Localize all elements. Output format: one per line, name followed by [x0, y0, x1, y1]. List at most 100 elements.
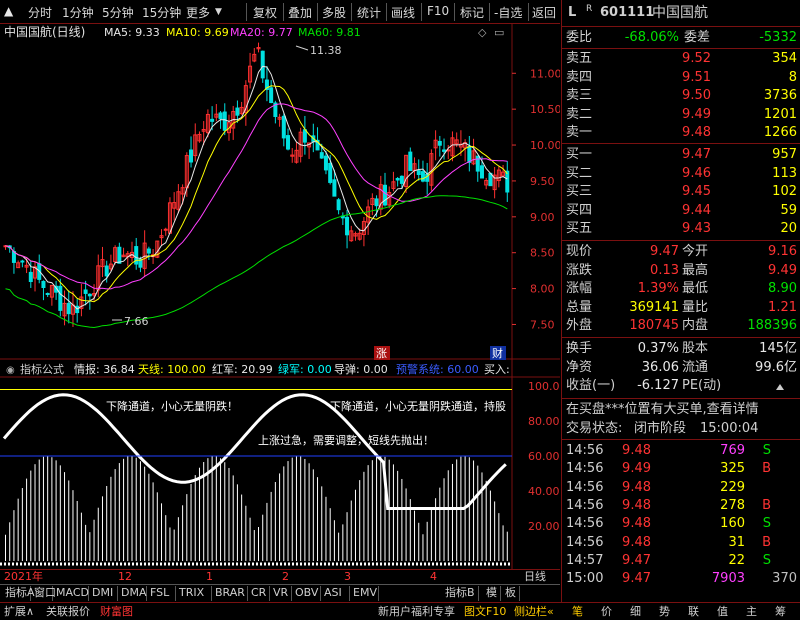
nav-7[interactable]: 筹 [775, 604, 786, 619]
weicha-label: 委差 [684, 30, 711, 45]
axis-month-2: 2 [282, 570, 289, 583]
btn-fuquan[interactable]: 复权 [253, 4, 277, 21]
expand-button[interactable]: 扩展∧ [4, 604, 34, 619]
pe-sort-icon[interactable] [776, 384, 784, 390]
candle-body [336, 199, 341, 211]
stats-value: -6.127 [637, 378, 679, 393]
buy-price[interactable]: 9.45 [682, 183, 711, 201]
menu-arrow-icon[interactable]: ▲ [4, 4, 13, 18]
buy-price[interactable]: 9.43 [682, 220, 711, 238]
btn-diejia[interactable]: 叠加 [288, 4, 312, 21]
buy-price[interactable]: 9.47 [682, 146, 711, 164]
tab-cr[interactable]: CR [248, 586, 270, 601]
ma20-label: MA20: 9.77 [230, 26, 293, 39]
tab-right-2[interactable]: 板 [502, 586, 520, 601]
nav-3[interactable]: 势 [659, 604, 670, 619]
trade-status-row: 交易状态: 闭市阶段 15:00:04 [562, 420, 800, 438]
period-5min[interactable]: 5分钟 [102, 4, 134, 21]
btn-huaxian[interactable]: 画线 [391, 4, 415, 21]
quote-row: 涨幅 1.39% 最低 8.90 [562, 280, 800, 298]
stats-label2: 股本 [682, 341, 709, 356]
tab-right-1[interactable]: 模 [483, 586, 501, 601]
tab-asi[interactable]: ASI [321, 586, 350, 601]
period-15min[interactable]: 15分钟 [142, 4, 181, 21]
qingbao-label: 情报: 36.84 [74, 362, 135, 376]
big-order-notice[interactable]: 在买盘***位置有大买单,查看详情 [566, 401, 759, 419]
btn-f10[interactable]: F10 [427, 4, 449, 18]
btn-tongji[interactable]: 统计 [357, 4, 381, 21]
sell-row: 卖五 9.52 354 [562, 50, 800, 68]
zhang-marker[interactable]: 涨 [376, 347, 387, 360]
buy-row: 买一 9.47 957 [562, 146, 800, 164]
stats-row: 换手 0.37% 股本 145亿 [562, 340, 800, 358]
annotation-1: 下降通道，小心无量阴跌！ [106, 399, 238, 413]
candle-body [286, 135, 291, 150]
period-intraday[interactable]: 分时 [28, 4, 52, 21]
kline-chart[interactable]: 11.00 10.50 10.00 9.50 9.00 8.50 8.00 7.50 100.0… [0, 24, 560, 570]
wealth-chart-button[interactable]: 财富图 [100, 604, 133, 619]
candle-body [83, 289, 88, 294]
tick-time: 14:56 [566, 534, 604, 550]
tick-row: 14:57 9.47 22 S [562, 552, 800, 570]
sell-label: 卖四 [566, 69, 593, 85]
sidebar-toggle[interactable]: 侧边栏« [514, 604, 554, 619]
status-bar: 扩展∧ 关联报价 财富图 新用户福利专享 图文F10 侧边栏« 笔 价 细 势 联 值 主 筹 [0, 602, 800, 620]
tab-窗口[interactable]: 窗口 [31, 586, 56, 601]
candle-body [28, 271, 33, 282]
price-axis-label: 8.50 [530, 247, 555, 260]
more-chevron-icon[interactable]: ▼ [215, 7, 222, 17]
cai-marker[interactable]: 财 [492, 346, 503, 360]
related-quotes-button[interactable]: 关联报价 [46, 604, 90, 619]
tab-emv[interactable]: EMV [350, 586, 379, 601]
diamond-icon[interactable]: ◇ [478, 26, 487, 39]
tab-fsl[interactable]: FSL [147, 586, 176, 601]
period-day-label[interactable]: 日线 [524, 569, 546, 584]
sell-price[interactable]: 9.49 [682, 106, 711, 124]
tick-row: 14:56 9.49 325 B [562, 460, 800, 478]
indicator-axis-label: 60.00 [528, 450, 560, 463]
top-toolbar: ▲ 分时 1分钟 5分钟 15分钟 更多 ▼ 复权 叠加 多股 统计 画线 F1… [0, 0, 560, 24]
nav-1[interactable]: 价 [601, 604, 612, 619]
btn-back[interactable]: 返回 [532, 4, 556, 21]
sell-price[interactable]: 9.52 [682, 50, 711, 68]
tick-time: 14:56 [566, 461, 604, 477]
restore-icon[interactable]: ▭ [494, 26, 504, 39]
indicator-arrow-icon[interactable]: ◉ [6, 365, 15, 376]
sell-price[interactable]: 9.50 [682, 87, 711, 105]
candle-body [505, 170, 510, 193]
period-more[interactable]: 更多 [186, 4, 210, 21]
btn-duogu[interactable]: 多股 [322, 4, 346, 21]
period-1min[interactable]: 1分钟 [62, 4, 94, 21]
buy-price[interactable]: 9.46 [682, 165, 711, 183]
tab-指标a[interactable]: 指标A [2, 586, 35, 601]
stock-code: 601111 [600, 5, 655, 20]
price-axis-label: 8.00 [530, 283, 555, 296]
tab-obv[interactable]: OBV [292, 586, 321, 601]
nav-4[interactable]: 联 [688, 604, 699, 619]
nav-6[interactable]: 主 [746, 604, 757, 619]
btn-biaoji[interactable]: 标记 [460, 4, 484, 21]
tab-right-0[interactable]: 指标B [442, 586, 479, 601]
high-annotation: 11.38 [310, 44, 342, 57]
indicator-title[interactable]: 指标公式 [20, 362, 64, 376]
tab-dmi[interactable]: DMI [89, 586, 118, 601]
sell-price[interactable]: 9.48 [682, 124, 711, 142]
tab-brar[interactable]: BRAR [212, 586, 248, 601]
nav-2[interactable]: 细 [630, 604, 641, 619]
sell-price[interactable]: 9.51 [682, 69, 711, 87]
tab-trix[interactable]: TRIX [176, 586, 212, 601]
nav-5[interactable]: 值 [717, 604, 728, 619]
buy-price[interactable]: 9.44 [682, 202, 711, 220]
btn-zixuan[interactable]: -自选 [494, 4, 522, 21]
new-user-button[interactable]: 新用户福利专享 [378, 604, 455, 619]
nav-0[interactable]: 笔 [572, 604, 583, 619]
tick-time: 14:56 [566, 516, 604, 532]
tab-dma[interactable]: DMA [118, 586, 147, 601]
tab-macd[interactable]: MACD [53, 586, 89, 601]
candle-body [269, 87, 274, 104]
trade-status-time: 15:00:04 [700, 421, 759, 436]
tab-vr[interactable]: VR [270, 586, 292, 601]
buy-volume: 102 [772, 184, 797, 199]
f10-button[interactable]: 图文F10 [464, 604, 506, 619]
axis-month-4: 4 [430, 570, 437, 583]
